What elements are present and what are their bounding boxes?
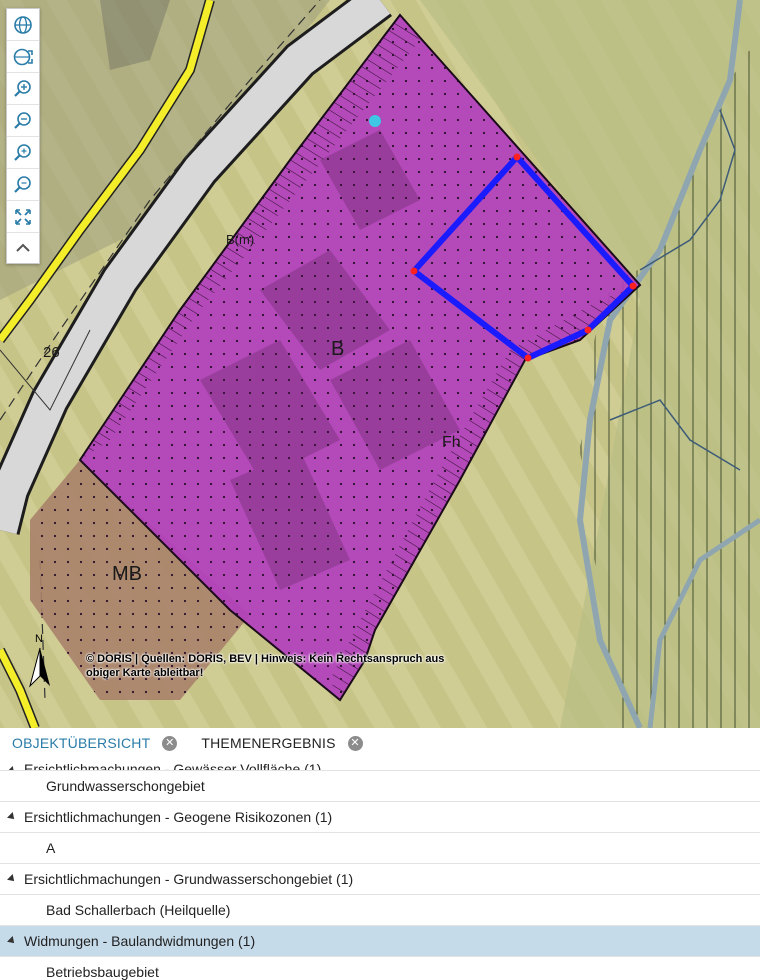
- zoom-in-icon[interactable]: [7, 73, 39, 105]
- globe-move-icon[interactable]: [7, 41, 39, 73]
- globe-icon[interactable]: [7, 9, 39, 41]
- zone-label-mb: MB: [112, 563, 142, 585]
- selection-vertex[interactable]: [524, 354, 532, 362]
- list-group-header-selected[interactable]: Widmungen - Baulandwidmungen (1): [0, 926, 760, 957]
- group-label: Widmungen - Baulandwidmungen (1): [24, 933, 256, 949]
- map-canvas[interactable]: [0, 0, 760, 728]
- north-label: N: [35, 633, 43, 645]
- selection-vertex[interactable]: [410, 267, 418, 275]
- result-tabs: Objektübersicht ✕ Themenergebnis ✕: [0, 728, 760, 759]
- results-list[interactable]: Ersichtlichmachungen - Gewässer Vollfläc…: [0, 758, 760, 980]
- item-label: Grundwasserschongebiet: [46, 778, 205, 794]
- zone-label-fh: Fh: [442, 434, 461, 451]
- north-arrow-icon: N: [29, 633, 50, 688]
- collapse-icon[interactable]: [7, 233, 39, 263]
- expand-triangle-icon[interactable]: [7, 874, 17, 884]
- list-group-header[interactable]: Ersichtlichmachungen - Geogene Risikozon…: [0, 802, 760, 833]
- close-icon[interactable]: ✕: [347, 735, 363, 751]
- map-attribution: © DORIS | Quellen: DORIS, BEV | Hinweis:…: [86, 652, 444, 680]
- tab-objektuebersicht[interactable]: Objektübersicht ✕: [0, 735, 189, 751]
- full-extent-icon[interactable]: [7, 201, 39, 233]
- list-group-header[interactable]: Ersichtlichmachungen - Gewässer Vollfläc…: [0, 758, 760, 771]
- group-label: Ersichtlichmachungen - Geogene Risikozon…: [24, 809, 333, 825]
- item-label: Bad Schallerbach (Heilquelle): [46, 902, 231, 918]
- expand-triangle-icon[interactable]: [7, 936, 17, 946]
- tab-label[interactable]: Themenergebnis: [201, 735, 335, 751]
- tab-themenergebnis[interactable]: Themenergebnis ✕: [189, 735, 374, 751]
- attribution-line-2: obiger Karte ableitbar!: [86, 667, 204, 679]
- selection-vertex[interactable]: [584, 326, 592, 334]
- zoom-in-alt-icon[interactable]: [7, 137, 39, 169]
- parcel-number-label: 26: [43, 344, 60, 361]
- group-label: Ersichtlichmachungen - Gewässer Vollfläc…: [24, 761, 322, 771]
- selection-vertex[interactable]: [513, 153, 521, 161]
- item-label: A: [46, 840, 56, 856]
- expand-triangle-icon[interactable]: [7, 812, 17, 822]
- list-group-header[interactable]: Ersichtlichmachungen - Grundwasserschong…: [0, 864, 760, 895]
- zoom-out-alt-icon[interactable]: [7, 169, 39, 201]
- zone-label-b-overlay: B(m): [226, 232, 255, 247]
- list-item[interactable]: Grundwasserschongebiet: [0, 771, 760, 802]
- map-view[interactable]: B B(m) MB Fh 26 N © DORIS | Quellen: DOR…: [0, 0, 760, 728]
- map-toolbar: [6, 8, 40, 264]
- tab-label[interactable]: Objektübersicht: [12, 735, 150, 751]
- location-marker[interactable]: [369, 115, 381, 127]
- group-label: Ersichtlichmachungen - Grundwasserschong…: [24, 871, 354, 887]
- zoom-out-icon[interactable]: [7, 105, 39, 137]
- item-label: Betriebsbaugebiet: [46, 964, 159, 980]
- list-item[interactable]: Bad Schallerbach (Heilquelle): [0, 895, 760, 926]
- close-icon[interactable]: ✕: [162, 735, 178, 751]
- attribution-line-1: © DORIS | Quellen: DORIS, BEV | Hinweis:…: [86, 653, 445, 665]
- list-item[interactable]: A: [0, 833, 760, 864]
- list-item[interactable]: Betriebsbaugebiet: [0, 957, 760, 980]
- zone-label-b: B: [331, 338, 345, 360]
- selection-vertex[interactable]: [629, 282, 637, 290]
